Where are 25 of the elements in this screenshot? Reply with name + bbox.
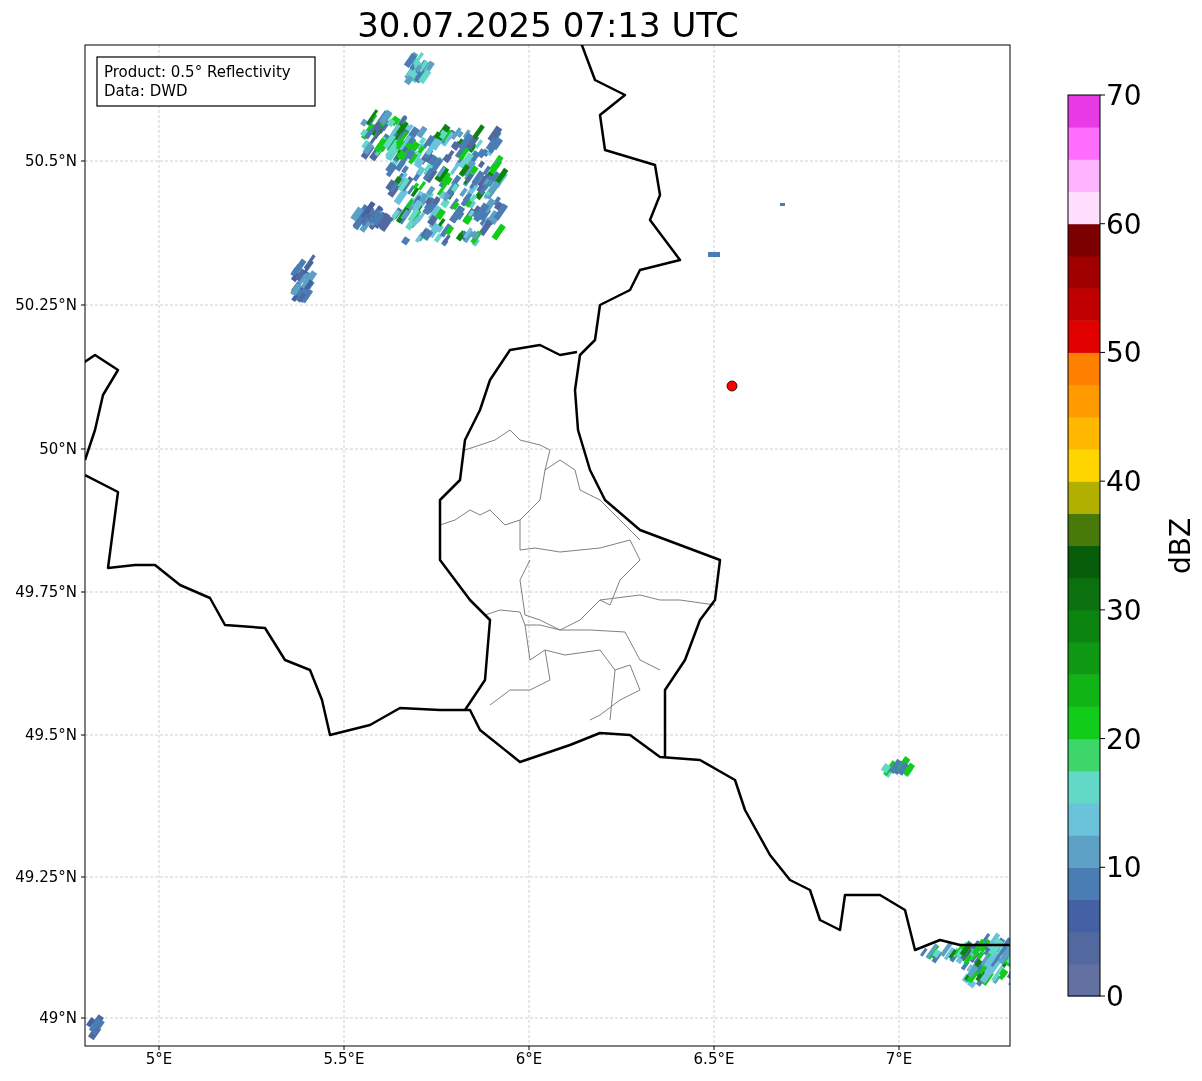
axis-tick-label: 7°E: [885, 1050, 913, 1068]
axis-tick-label: 50.5°N: [24, 152, 77, 170]
colorbar-tick-label: 50: [1106, 336, 1142, 370]
colorbar-tick-label: 70: [1106, 79, 1142, 112]
axis-tick-label: 49.75°N: [15, 583, 77, 601]
colorbar-label: dBZ: [1164, 517, 1197, 575]
colorbar-tick-label: 0: [1106, 980, 1124, 1013]
radar-site-marker: [726, 380, 738, 392]
axis-tick-label: 6.5°E: [693, 1050, 735, 1068]
axis-tick-label: 5°E: [145, 1050, 173, 1068]
chart-title: 30.07.2025 07:13 UTC: [357, 5, 739, 45]
info-text: Product: 0.5° Reflectivity: [104, 63, 291, 81]
colorbar-tick-label: 10: [1106, 851, 1142, 885]
axis-tick-label: 49.5°N: [24, 726, 77, 744]
colorbar-tick-label: 60: [1106, 207, 1142, 241]
axis-tick-label: 49°N: [39, 1009, 77, 1027]
axis-tick-label: 5.5°E: [323, 1050, 365, 1068]
axis-tick-label: 50.25°N: [15, 296, 77, 314]
colorbar-tick-label: 30: [1106, 593, 1142, 627]
axis-tick-label: 6°E: [515, 1050, 543, 1068]
colorbar-tick-label: 40: [1106, 465, 1142, 499]
colorbar-tick-label: 20: [1106, 722, 1142, 756]
axis-tick-label: 50°N: [39, 440, 77, 458]
info-text: Data: DWD: [104, 82, 188, 100]
axis-tick-label: 49.25°N: [15, 868, 77, 886]
